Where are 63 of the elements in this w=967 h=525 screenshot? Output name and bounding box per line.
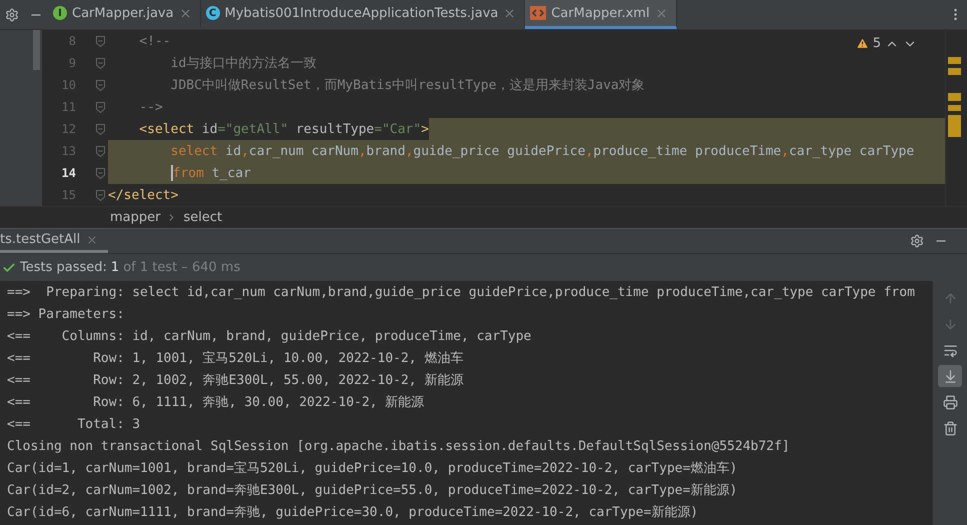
test-status-label: Tests passed: xyxy=(20,260,107,275)
run-tab[interactable]: ts.testGetAll xyxy=(0,229,108,253)
editor-tab[interactable]: CarMapper.xml xyxy=(525,0,677,29)
line-number: 12 xyxy=(60,122,76,136)
fold-marker-icon[interactable] xyxy=(96,102,104,112)
xml-file-icon xyxy=(530,6,546,20)
close-icon[interactable] xyxy=(503,6,516,20)
code-line: JDBC中叫做ResultSet，而MyBatis中叫resultType，这是用来封装Java对象 xyxy=(170,77,646,95)
line-number: 10 xyxy=(60,78,76,92)
warning-count[interactable]: 5 xyxy=(872,36,881,51)
console-line: <== Total: 3 xyxy=(7,416,142,434)
warning-marker[interactable] xyxy=(948,115,961,137)
code-line: </select> xyxy=(108,184,945,206)
settings-icon[interactable] xyxy=(5,8,19,22)
line-number: 14 xyxy=(60,166,76,180)
warning-marker[interactable] xyxy=(948,57,961,64)
trash-icon xyxy=(942,420,958,436)
printer-icon xyxy=(942,394,958,410)
scrollbar-thumb[interactable] xyxy=(33,30,40,70)
console-line: Car(id=2, carNum=1002, brand=奔驰E300L, guidePrice=55.0, produceTime=2022-10-2, carType=新能源) xyxy=(7,482,738,500)
console-line: ==> Parameters: xyxy=(7,306,126,324)
fold-marker-icon[interactable] xyxy=(96,36,104,46)
warning-icon xyxy=(856,37,869,50)
warning-marker[interactable] xyxy=(948,93,961,101)
soft-wrap-icon xyxy=(942,342,958,358)
fold-marker-icon[interactable] xyxy=(96,80,104,90)
line-number: 11 xyxy=(60,100,76,114)
console-tool-button[interactable] xyxy=(938,365,962,387)
console-line: <== Columns: id, carNum, brand, guidePrice, produceTime, carType xyxy=(7,328,532,346)
close-icon[interactable] xyxy=(654,6,668,20)
breadcrumb-item[interactable]: mapper xyxy=(110,210,160,225)
console-line: ==> Preparing: select id,car_num carNum,brand,guide_price guidePrice,produce_time produceTime,car_type carType from xyxy=(7,284,916,302)
console-line: Car(id=6, carNum=1111, brand=奔驰, guidePrice=30.0, produceTime=2022-10-2, carType=新能源) xyxy=(7,504,700,522)
warning-marker[interactable] xyxy=(948,105,961,111)
fold-marker-icon[interactable] xyxy=(96,190,104,200)
warning-marker[interactable] xyxy=(948,68,961,75)
code-line: --> xyxy=(138,98,164,116)
console-line: <== Row: 2, 1002, 奔驰E300L, 55.00, 2022-10-2, 新能源 xyxy=(7,372,464,390)
code-line: id与接口中的方法名一致 xyxy=(170,55,318,73)
fold-marker-icon[interactable] xyxy=(96,124,104,134)
test-status-detail: of 1 test – 640 ms xyxy=(123,260,240,275)
down-arrow-icon xyxy=(942,316,958,332)
editor-tab[interactable]: I CarMapper.java xyxy=(48,0,201,29)
console-line: <== Row: 1, 1001, 宝马520Li, 10.00, 2022-10-2, 燃油车 xyxy=(7,350,464,368)
line-number: 13 xyxy=(60,144,76,158)
breadcrumb-item[interactable]: select xyxy=(183,210,222,225)
class-icon: C xyxy=(206,6,220,20)
fold-marker-icon[interactable] xyxy=(96,58,104,68)
interface-icon: I xyxy=(53,6,67,20)
fold-marker-icon[interactable] xyxy=(96,168,104,178)
settings-icon[interactable] xyxy=(910,234,924,248)
test-passed-count: 1 xyxy=(110,260,120,275)
console-line: <== Row: 6, 1111, 奔驰, 30.00, 2022-10-2, 新能源 xyxy=(7,394,426,412)
fold-marker-icon[interactable] xyxy=(96,146,104,156)
line-number: 9 xyxy=(68,56,76,70)
console-line: Car(id=1, carNum=1001, brand=宝马520Li, guidePrice=10.0, produceTime=2022-10-2, carType=燃油车) xyxy=(7,460,738,478)
line-number: 15 xyxy=(60,188,76,202)
close-icon[interactable] xyxy=(178,6,192,20)
scroll-to-end-icon xyxy=(942,368,958,384)
console-line: Closing non transactional SqlSession [org.apache.ibatis.session.defaults.DefaultSqlSession@5524b72f] xyxy=(7,438,791,456)
code-line: <!-- xyxy=(138,32,172,50)
line-number: 8 xyxy=(68,34,76,48)
close-icon[interactable] xyxy=(86,234,98,246)
